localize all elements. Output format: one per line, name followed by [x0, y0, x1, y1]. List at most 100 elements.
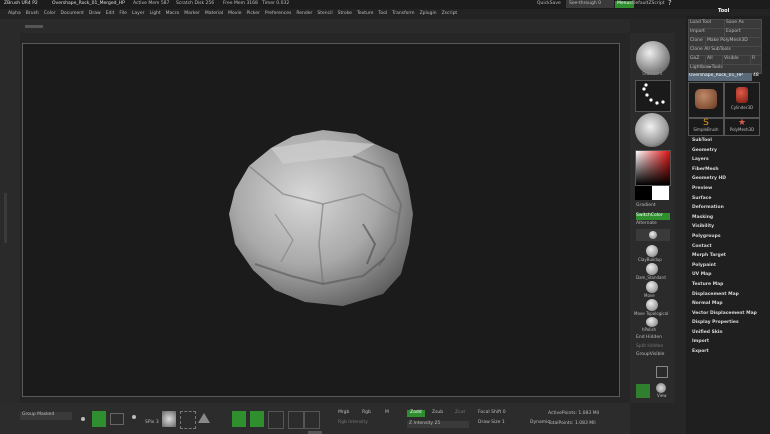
- secondary-color-swatch[interactable]: [652, 186, 669, 200]
- menu-stencil[interactable]: Stencil: [317, 11, 332, 17]
- material-thumbnail[interactable]: [635, 113, 669, 147]
- zsub-button[interactable]: Zsub: [432, 410, 443, 416]
- menu-color[interactable]: Color: [44, 11, 56, 17]
- menu-movie[interactable]: Movie: [228, 11, 241, 17]
- color-picker[interactable]: [635, 150, 671, 186]
- focal-shift-slider[interactable]: Focal Shift 0: [478, 410, 506, 416]
- menu-zplugin[interactable]: Zplugin: [420, 11, 437, 17]
- group-visible-button[interactable]: GroupVisible: [636, 352, 664, 358]
- section-vector-displacement-map[interactable]: Vector Displacement Map: [686, 311, 770, 321]
- section-surface[interactable]: Surface: [686, 196, 770, 206]
- section-geometry-hd[interactable]: Geometry HD: [686, 176, 770, 186]
- section-morph-target[interactable]: Morph Target: [686, 253, 770, 263]
- lsym-button[interactable]: [288, 411, 304, 429]
- menu-edit[interactable]: Edit: [106, 11, 115, 17]
- rotate-button[interactable]: [268, 411, 284, 429]
- menu-marker[interactable]: Marker: [184, 11, 200, 17]
- z-intensity-slider[interactable]: Z Intensity 25: [407, 421, 469, 428]
- switchcolor-button[interactable]: SwitchColor: [636, 213, 670, 220]
- cursor-icon[interactable]: [78, 412, 88, 424]
- section-import[interactable]: Import: [686, 339, 770, 349]
- section-geometry[interactable]: Geometry: [686, 148, 770, 158]
- floor-toggle[interactable]: [636, 384, 650, 398]
- tray-handle[interactable]: [4, 193, 7, 243]
- view-icon[interactable]: [656, 383, 666, 393]
- menu-stroke[interactable]: Stroke: [338, 11, 352, 17]
- menu-file[interactable]: File: [119, 11, 127, 17]
- section-fibermesh[interactable]: FiberMesh: [686, 167, 770, 177]
- menu-texture[interactable]: Texture: [357, 11, 373, 17]
- section-visibility[interactable]: Visibility: [686, 224, 770, 234]
- move-topological-icon[interactable]: [646, 299, 658, 311]
- menu-document[interactable]: Document: [61, 11, 84, 17]
- end-hidden-button[interactable]: End Hidden: [636, 335, 662, 341]
- section-contact[interactable]: Contact: [686, 244, 770, 254]
- claybuildup-icon[interactable]: [646, 245, 658, 257]
- menu-light[interactable]: Light: [149, 11, 160, 17]
- see-through-slider[interactable]: See-through 0: [566, 0, 614, 8]
- brush-size-icon[interactable]: [130, 411, 138, 423]
- menu-tool[interactable]: Tool: [378, 11, 387, 17]
- split-hidden-button[interactable]: Split Hidden: [636, 344, 663, 350]
- section-subtool[interactable]: SubTool: [686, 138, 770, 148]
- edit-mode-button[interactable]: [92, 411, 106, 427]
- rgb-button[interactable]: Rgb: [362, 410, 371, 416]
- menu-material[interactable]: Material: [205, 11, 223, 17]
- current-tool-slider[interactable]: Overshape_Rock_01_HP: [688, 73, 752, 81]
- section-masking[interactable]: Masking: [686, 215, 770, 225]
- stroke-thumbnail[interactable]: [635, 80, 671, 112]
- tool-thumb-rock[interactable]: [688, 82, 724, 118]
- section-deformation[interactable]: Deformation: [686, 205, 770, 215]
- tool-thumb-simplebrush[interactable]: S SimpleBrush: [688, 118, 724, 136]
- section-display-properties[interactable]: Display Properties: [686, 320, 770, 330]
- section-layers[interactable]: Layers: [686, 157, 770, 167]
- section-polypaint[interactable]: Polypaint: [686, 263, 770, 273]
- move-button[interactable]: [232, 411, 246, 427]
- menu-draw[interactable]: Draw: [89, 11, 101, 17]
- draw-mode-icon[interactable]: [110, 413, 124, 425]
- section-uv-map[interactable]: UV Map: [686, 272, 770, 282]
- section-preview[interactable]: Preview: [686, 186, 770, 196]
- move-icon[interactable]: [646, 281, 658, 293]
- help-icon[interactable]: ?: [668, 0, 672, 7]
- menu-render[interactable]: Render: [296, 11, 312, 17]
- menu-zscript[interactable]: Zscript: [442, 11, 458, 17]
- xyz-button[interactable]: [304, 411, 320, 429]
- perspective-icon[interactable]: [198, 413, 210, 423]
- shelf-grip[interactable]: [25, 25, 43, 28]
- section-normal-map[interactable]: Normal Map: [686, 301, 770, 311]
- sphere-icon[interactable]: [162, 411, 176, 427]
- menu-picker[interactable]: Picker: [246, 11, 259, 17]
- menu-preferences[interactable]: Preferences: [265, 11, 291, 17]
- transpose-icon[interactable]: [180, 411, 196, 429]
- scale-button[interactable]: [250, 411, 264, 427]
- rgb-intensity-slider[interactable]: Rgb Intensity: [338, 420, 368, 426]
- menu-brush[interactable]: Brush: [26, 11, 39, 17]
- section-texture-map[interactable]: Texture Map: [686, 282, 770, 292]
- zadd-button[interactable]: Zadd: [407, 410, 425, 417]
- menu-alpha[interactable]: Alpha: [8, 11, 21, 17]
- section-polygroups[interactable]: Polygroups: [686, 234, 770, 244]
- menu-layer[interactable]: Layer: [132, 11, 145, 17]
- default-zscript-button[interactable]: DefaultZScript: [632, 1, 665, 7]
- menu-transform[interactable]: Transform: [392, 11, 414, 17]
- tool-thumb-polymesh[interactable]: ★ PolyMesh3D: [724, 118, 760, 136]
- section-export[interactable]: Export: [686, 349, 770, 359]
- group-masked-button[interactable]: Group Masked: [20, 412, 72, 420]
- grid-icon[interactable]: [656, 366, 668, 378]
- draw-size-slider[interactable]: Draw Size 1: [478, 420, 505, 426]
- dynamic-button[interactable]: Dynamic: [530, 420, 550, 426]
- zcut-button[interactable]: Zcut: [455, 410, 465, 416]
- menu-macro[interactable]: Macro: [166, 11, 180, 17]
- alternate-button[interactable]: Alternate: [636, 221, 657, 227]
- quicksave-button[interactable]: QuickSave: [537, 1, 561, 7]
- gradient-button[interactable]: Gradient: [636, 203, 656, 209]
- menus-button[interactable]: Menus: [615, 1, 634, 8]
- viewport-canvas[interactable]: [22, 43, 620, 397]
- spix-label[interactable]: SPix 3: [145, 420, 159, 426]
- brush-thumbnail[interactable]: [636, 41, 670, 75]
- hpolish-icon[interactable]: [646, 317, 658, 327]
- tool-thumb-cylinder[interactable]: Cylinder3D: [724, 82, 760, 118]
- brush-slot[interactable]: [636, 229, 670, 241]
- mrgb-button[interactable]: Mrgb: [338, 410, 349, 416]
